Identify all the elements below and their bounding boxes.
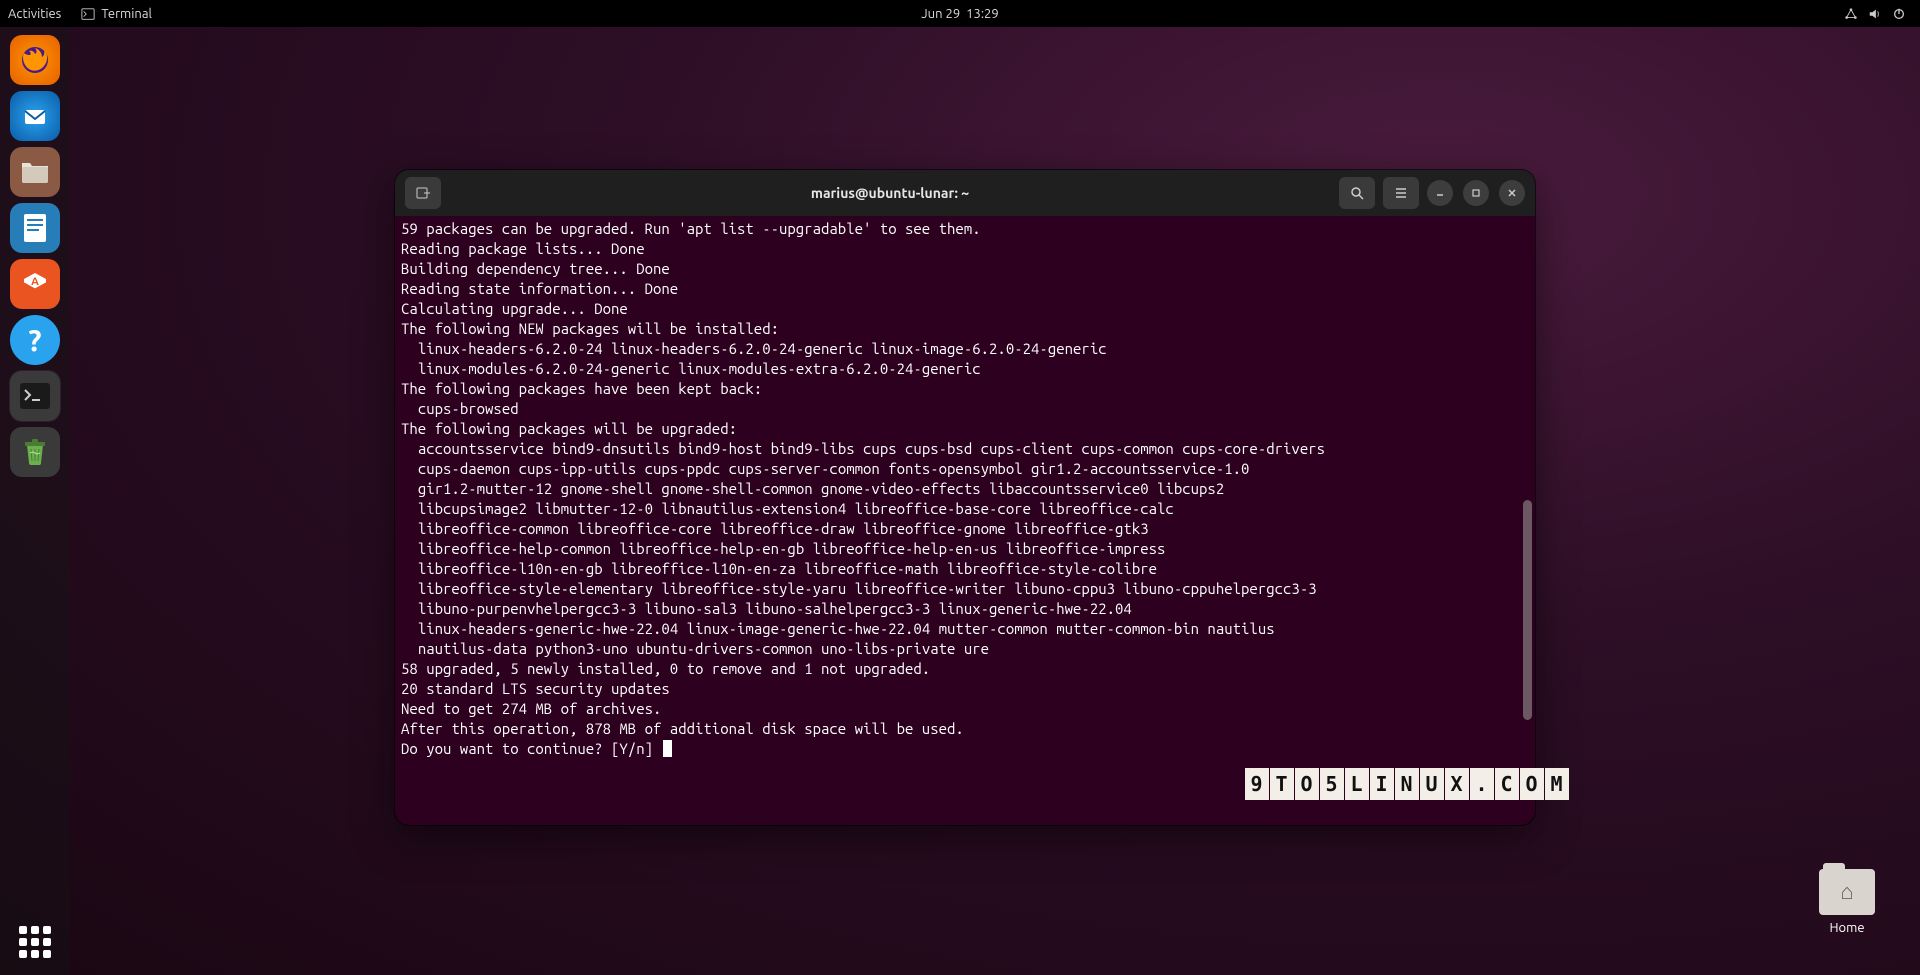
firefox-icon <box>18 43 52 77</box>
terminal-line: linux-modules-6.2.0-24-generic linux-mod… <box>401 359 1529 379</box>
watermark-char: N <box>1395 768 1419 800</box>
date-label: Jun 29 <box>921 7 960 21</box>
watermark-char: O <box>1295 768 1319 800</box>
dock-firefox[interactable] <box>10 35 60 85</box>
dock-terminal[interactable] <box>10 371 60 421</box>
minimize-icon <box>1434 187 1446 199</box>
terminal-line: Reading package lists... Done <box>401 239 1529 259</box>
terminal-line: linux-headers-6.2.0-24 linux-headers-6.2… <box>401 339 1529 359</box>
watermark-char: . <box>1470 768 1494 800</box>
watermark-char: L <box>1345 768 1369 800</box>
terminal-output[interactable]: 59 packages can be upgraded. Run 'apt li… <box>395 216 1535 825</box>
terminal-line: Reading state information... Done <box>401 279 1529 299</box>
scrollbar-thumb[interactable] <box>1523 500 1532 720</box>
system-status-area[interactable] <box>1844 7 1912 21</box>
volume-icon <box>1868 7 1882 21</box>
terminal-line: Building dependency tree... Done <box>401 259 1529 279</box>
terminal-line: 58 upgraded, 5 newly installed, 0 to rem… <box>401 659 1529 679</box>
dock-software[interactable]: A <box>10 259 60 309</box>
terminal-app-icon <box>20 383 50 409</box>
terminal-icon <box>81 7 95 21</box>
dock-files[interactable] <box>10 147 60 197</box>
terminal-line: libcupsimage2 libmutter-12-0 libnautilus… <box>401 499 1529 519</box>
watermark-char: I <box>1370 768 1394 800</box>
terminal-window: marius@ubuntu-lunar: ~ 59 packages can b… <box>395 170 1535 825</box>
maximize-icon <box>1470 187 1482 199</box>
desktop-home-icon[interactable]: ⌂ Home <box>1819 869 1875 935</box>
terminal-line: Do you want to continue? [Y/n] <box>401 739 1529 759</box>
hamburger-icon <box>1394 186 1408 200</box>
terminal-line: The following NEW packages will be insta… <box>401 319 1529 339</box>
terminal-line: Calculating upgrade... Done <box>401 299 1529 319</box>
terminal-line: The following packages will be upgraded: <box>401 419 1529 439</box>
menu-button[interactable] <box>1383 177 1419 209</box>
cursor <box>663 740 672 757</box>
search-icon <box>1350 186 1364 200</box>
folder-icon: ⌂ <box>1819 869 1875 915</box>
terminal-line: Need to get 274 MB of archives. <box>401 699 1529 719</box>
trash-icon <box>22 437 48 467</box>
window-title: marius@ubuntu-lunar: ~ <box>449 185 1331 201</box>
activities-button[interactable]: Activities <box>8 7 61 21</box>
new-tab-icon <box>415 185 431 201</box>
close-icon <box>1506 187 1518 199</box>
show-applications[interactable] <box>10 917 60 967</box>
watermark-char: 9 <box>1245 768 1269 800</box>
dock-thunderbird[interactable] <box>10 91 60 141</box>
dock-help[interactable]: ? <box>10 315 60 365</box>
watermark-char: U <box>1420 768 1444 800</box>
software-icon: A <box>20 269 50 299</box>
clock[interactable]: Jun 29 13:29 <box>921 7 998 21</box>
terminal-line: cups-browsed <box>401 399 1529 419</box>
terminal-line: After this operation, 878 MB of addition… <box>401 719 1529 739</box>
dock-trash[interactable] <box>10 427 60 477</box>
watermark: 9TO5LINUX.COM <box>1245 768 1570 800</box>
svg-text:A: A <box>31 276 39 288</box>
new-tab-button[interactable] <box>405 177 441 209</box>
close-button[interactable] <box>1499 180 1525 206</box>
terminal-line: The following packages have been kept ba… <box>401 379 1529 399</box>
search-button[interactable] <box>1339 177 1375 209</box>
power-icon <box>1892 7 1906 21</box>
watermark-char: O <box>1520 768 1544 800</box>
time-label: 13:29 <box>966 7 999 21</box>
terminal-line: gir1.2-mutter-12 gnome-shell gnome-shell… <box>401 479 1529 499</box>
terminal-line: cups-daemon cups-ipp-utils cups-ppdc cup… <box>401 459 1529 479</box>
writer-icon <box>21 212 49 244</box>
files-icon <box>20 159 50 185</box>
terminal-line: linux-headers-generic-hwe-22.04 linux-im… <box>401 619 1529 639</box>
terminal-line: 20 standard LTS security updates <box>401 679 1529 699</box>
watermark-char: C <box>1495 768 1519 800</box>
dock: A ? <box>0 27 70 975</box>
maximize-button[interactable] <box>1463 180 1489 206</box>
watermark-char: T <box>1270 768 1294 800</box>
watermark-char: X <box>1445 768 1469 800</box>
thunderbird-icon <box>20 101 50 131</box>
apps-grid-icon <box>19 926 51 958</box>
titlebar[interactable]: marius@ubuntu-lunar: ~ <box>395 170 1535 216</box>
terminal-line: accountsservice bind9-dnsutils bind9-hos… <box>401 439 1529 459</box>
terminal-line: 59 packages can be upgraded. Run 'apt li… <box>401 219 1529 239</box>
terminal-line: libuno-purpenvhelpergcc3-3 libuno-sal3 l… <box>401 599 1529 619</box>
active-app-label: Terminal <box>101 7 152 21</box>
dock-writer[interactable] <box>10 203 60 253</box>
watermark-char: 5 <box>1320 768 1344 800</box>
terminal-line: nautilus-data python3-uno ubuntu-drivers… <box>401 639 1529 659</box>
desktop-home-label: Home <box>1819 921 1875 935</box>
terminal-line: libreoffice-style-elementary libreoffice… <box>401 579 1529 599</box>
terminal-line: libreoffice-l10n-en-gb libreoffice-l10n-… <box>401 559 1529 579</box>
network-icon <box>1844 7 1858 21</box>
watermark-char: M <box>1545 768 1569 800</box>
active-app-indicator[interactable]: Terminal <box>81 7 152 21</box>
topbar: Activities Terminal Jun 29 13:29 <box>0 0 1920 27</box>
minimize-button[interactable] <box>1427 180 1453 206</box>
terminal-line: libreoffice-common libreoffice-core libr… <box>401 519 1529 539</box>
terminal-line: libreoffice-help-common libreoffice-help… <box>401 539 1529 559</box>
